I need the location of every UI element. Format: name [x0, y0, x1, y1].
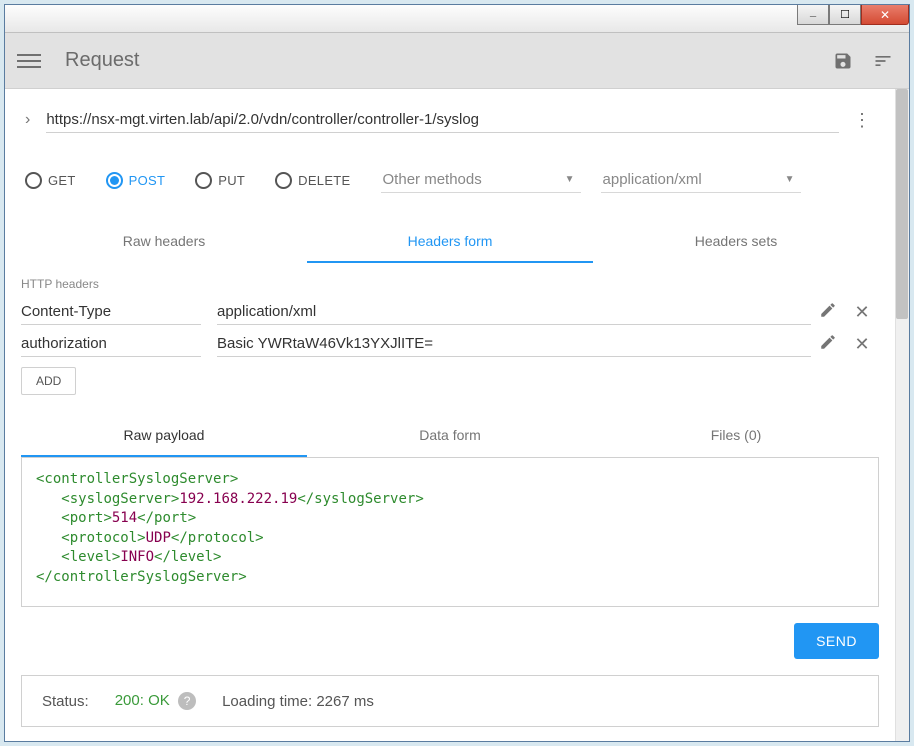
method-put[interactable]: PUT [195, 172, 245, 189]
send-row: SEND [21, 623, 879, 659]
xml-value: 514 [112, 510, 137, 526]
status-label: Status: [42, 693, 89, 710]
close-button[interactable] [861, 5, 909, 25]
method-get-label: GET [48, 173, 76, 188]
payload-tabs: Raw payload Data form Files (0) [21, 415, 879, 457]
method-get[interactable]: GET [25, 172, 76, 189]
header-value-input[interactable] [217, 299, 811, 325]
content-type-label: application/xml [603, 171, 702, 188]
edit-icon[interactable] [811, 333, 845, 356]
xml-tag: <port> [61, 510, 112, 526]
http-headers-label: HTTP headers [21, 277, 879, 291]
method-delete-label: DELETE [298, 173, 350, 188]
more-icon[interactable]: ⋮ [853, 110, 871, 131]
method-post-label: POST [129, 173, 166, 188]
scrollbar[interactable] [895, 89, 909, 741]
maximize-button[interactable] [829, 5, 861, 25]
xml-tag: </controllerSyslogServer> [36, 569, 247, 585]
tab-headers-sets[interactable]: Headers sets [593, 221, 879, 263]
xml-tag: <controllerSyslogServer> [36, 471, 238, 487]
method-put-label: PUT [218, 173, 245, 188]
method-row: GET POST PUT DELETE Other methods ▼ [21, 139, 879, 203]
header-row: ✕ [21, 331, 879, 357]
chevron-down-icon: ▼ [785, 174, 795, 185]
content-type-dropdown[interactable]: application/xml ▼ [601, 167, 801, 193]
add-header-button[interactable]: ADD [21, 367, 76, 395]
method-delete[interactable]: DELETE [275, 172, 350, 189]
xml-value: INFO [120, 549, 154, 565]
xml-tag: </syslogServer> [297, 491, 423, 507]
xml-tag: </port> [137, 510, 196, 526]
other-methods-label: Other methods [383, 171, 482, 188]
loading-time: Loading time: 2267 ms [222, 693, 374, 710]
minimize-button[interactable] [797, 5, 829, 25]
menu-icon[interactable] [17, 54, 41, 68]
other-methods-dropdown[interactable]: Other methods ▼ [381, 167, 581, 193]
xml-tag: <protocol> [61, 530, 145, 546]
delete-icon[interactable]: ✕ [845, 302, 879, 323]
scrollbar-thumb[interactable] [896, 89, 908, 319]
chevron-down-icon: ▼ [565, 174, 575, 185]
header-tabs: Raw headers Headers form Headers sets [21, 221, 879, 263]
window-controls [797, 5, 909, 32]
tab-raw-headers[interactable]: Raw headers [21, 221, 307, 263]
titlebar [5, 5, 909, 33]
expand-icon[interactable]: › [25, 111, 30, 129]
xml-tag: <level> [61, 549, 120, 565]
xml-value: UDP [146, 530, 171, 546]
url-input[interactable] [46, 107, 839, 133]
header-row: ✕ [21, 299, 879, 325]
save-icon[interactable] [829, 47, 857, 75]
payload-editor[interactable]: <controllerSyslogServer> <syslogServer>1… [21, 457, 879, 607]
help-icon[interactable]: ? [178, 692, 196, 710]
toolbar-title: Request [65, 49, 140, 72]
xml-value: 192.168.222.19 [179, 491, 297, 507]
header-value-input[interactable] [217, 331, 811, 357]
header-name-input[interactable] [21, 331, 201, 357]
xml-tag: </protocol> [171, 530, 264, 546]
tab-raw-payload[interactable]: Raw payload [21, 415, 307, 457]
header-name-input[interactable] [21, 299, 201, 325]
tab-data-form[interactable]: Data form [307, 415, 593, 457]
url-row: › ⋮ [21, 89, 879, 139]
tab-files[interactable]: Files (0) [593, 415, 879, 457]
status-box: Status: 200: OK ? Loading time: 2267 ms [21, 675, 879, 727]
content-area: › ⋮ GET POST PUT DELE [5, 89, 909, 741]
xml-tag: </level> [154, 549, 221, 565]
toolbar: Request [5, 33, 909, 89]
status-code: 200: OK [115, 692, 170, 709]
filter-list-icon[interactable] [869, 47, 897, 75]
app-window: Request › ⋮ GET [4, 4, 910, 742]
delete-icon[interactable]: ✕ [845, 334, 879, 355]
method-post[interactable]: POST [106, 172, 166, 189]
xml-tag: <syslogServer> [61, 491, 179, 507]
tab-headers-form[interactable]: Headers form [307, 221, 593, 263]
send-button[interactable]: SEND [794, 623, 879, 659]
edit-icon[interactable] [811, 301, 845, 324]
